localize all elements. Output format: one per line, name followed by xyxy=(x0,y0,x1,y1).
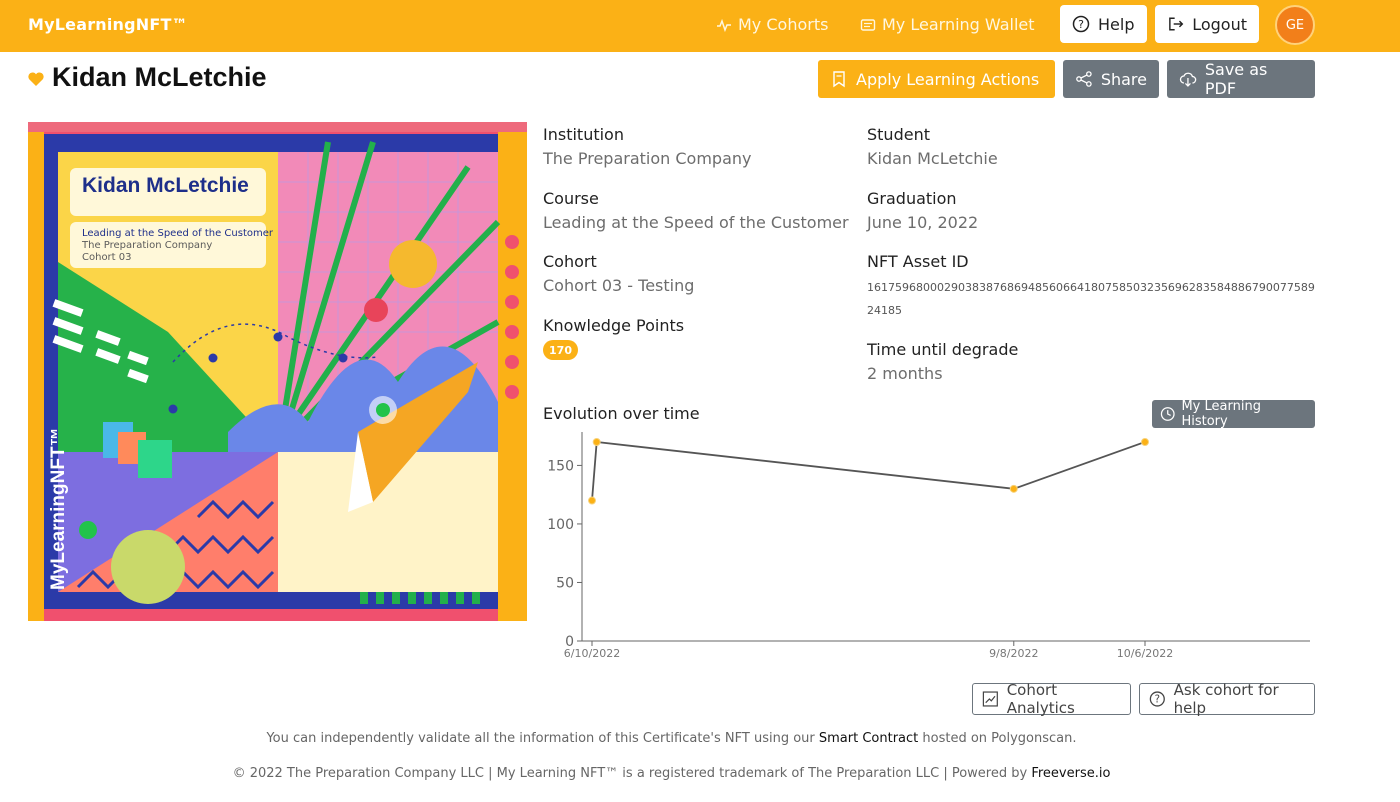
save-pdf-label: Save as PDF xyxy=(1204,60,1268,98)
institution-value: The Preparation Company xyxy=(543,149,752,168)
student-label: Student xyxy=(867,125,930,144)
time-until-degrade-value: 2 months xyxy=(867,364,943,383)
question-circle-icon: ? xyxy=(1072,15,1090,33)
chart-title: Evolution over time xyxy=(543,404,700,423)
apply-learning-actions-label: Apply Learning Actions xyxy=(856,69,1040,89)
wallet-icon xyxy=(860,18,876,31)
apply-learning-actions-button[interactable]: Apply Learning Actions xyxy=(818,60,1055,98)
my-learning-history-button[interactable]: My Learning History xyxy=(1152,399,1315,429)
footer-validate-post: hosted on Polygonscan. xyxy=(918,731,1077,746)
share-label: Share xyxy=(1100,69,1147,89)
artwork-details-card: Leading at the Speed of the Customer The… xyxy=(70,222,273,268)
share-icon xyxy=(1076,71,1092,87)
graduation-label: Graduation xyxy=(867,189,957,208)
chart-data-point xyxy=(1009,484,1018,493)
artwork-name-card: Kidan McLetchie xyxy=(70,168,266,216)
help-label: Help xyxy=(1098,14,1135,34)
chart-data-point xyxy=(592,438,601,446)
chart-series-line xyxy=(591,441,1146,501)
clock-icon xyxy=(1160,407,1175,421)
logout-label: Logout xyxy=(1192,14,1247,34)
smart-contract-link[interactable]: Smart Contract xyxy=(819,731,918,746)
institution-label: Institution xyxy=(543,125,624,144)
nav-my-cohorts[interactable]: My Cohorts xyxy=(716,15,828,34)
knowledge-points-label: Knowledge Points xyxy=(543,316,685,335)
artwork-vertical-brand: MyLearningNFT™ xyxy=(48,427,69,590)
evolution-chart: 0501001506/10/2022 9/8/2022 10/6/2022 xyxy=(547,432,1310,660)
help-button[interactable]: ? Help xyxy=(1060,5,1147,43)
knowledge-points-badge: 170 xyxy=(543,340,578,360)
artwork-course: Leading at the Speed of the Customer xyxy=(82,228,273,239)
my-learning-history-label: My Learning History xyxy=(1181,399,1261,429)
cohort-value: Cohort 03 - Testing xyxy=(543,276,695,295)
artwork-student-name: Kidan McLetchie xyxy=(82,174,249,197)
save-pdf-button[interactable]: Save as PDF xyxy=(1167,60,1315,98)
time-until-degrade-label: Time until degrade xyxy=(867,340,1019,359)
footer-validation-text: You can independently validate all the i… xyxy=(0,731,1343,746)
share-button[interactable]: Share xyxy=(1063,60,1159,98)
nft-certificate-artwork: Kidan McLetchie Leading at the Speed of … xyxy=(28,122,527,621)
ask-cohort-help-button[interactable]: ? Ask cohort for help xyxy=(1139,681,1315,717)
nft-asset-id-value: 1617596800029038387686948560664180758503… xyxy=(867,281,1315,317)
course-label: Course xyxy=(543,189,599,208)
nav-my-learning-wallet-label: My Learning Wallet xyxy=(882,15,1035,34)
freeverse-link[interactable]: Freeverse.io xyxy=(1031,766,1110,781)
course-value: Leading at the Speed of the Customer xyxy=(543,213,849,232)
cloud-download-icon xyxy=(1179,72,1197,87)
artwork-cohort: Cohort 03 xyxy=(82,252,132,263)
chart-x-tick-label: 10/6/2022 xyxy=(1117,647,1173,660)
chart-y-tick-label: 150 xyxy=(547,458,574,474)
cohort-analytics-button[interactable]: Cohort Analytics xyxy=(972,681,1131,717)
activity-icon xyxy=(717,18,731,32)
chart-x-tick-label: 6/10/2022 xyxy=(564,647,620,660)
chart-data-point xyxy=(1141,438,1149,446)
footer-validate-pre: You can independently validate all the i… xyxy=(266,731,819,746)
brand-logo[interactable]: MyLearningNFT™ xyxy=(28,15,188,34)
heart-icon[interactable] xyxy=(27,70,45,88)
page-title: Kidan McLetchie xyxy=(52,62,267,92)
chart-data-point xyxy=(588,496,596,505)
artwork-institution: The Preparation Company xyxy=(82,240,213,251)
svg-text:?: ? xyxy=(1155,695,1160,706)
footer-copyright: © 2022 The Preparation Company LLC | My … xyxy=(0,766,1343,781)
logout-button[interactable]: Logout xyxy=(1155,5,1259,43)
nav-my-cohorts-label: My Cohorts xyxy=(738,15,829,34)
top-navbar: MyLearningNFT™ My Cohorts My Learning Wa… xyxy=(0,0,1400,52)
cohort-analytics-label: Cohort Analytics xyxy=(1006,681,1075,717)
question-circle-icon: ? xyxy=(1149,691,1165,707)
cohort-label: Cohort xyxy=(543,252,597,271)
logout-icon xyxy=(1169,17,1184,31)
nft-asset-id-label: NFT Asset ID xyxy=(867,252,969,271)
chart-x-tick-label: 9/8/2022 xyxy=(989,647,1038,660)
nav-my-learning-wallet[interactable]: My Learning Wallet xyxy=(860,15,1035,34)
footer-copyright-text: © 2022 The Preparation Company LLC | My … xyxy=(232,766,1032,781)
user-avatar[interactable]: GE xyxy=(1275,5,1315,45)
chart-y-tick-label: 50 xyxy=(556,575,574,591)
student-value: Kidan McLetchie xyxy=(867,149,998,168)
ask-cohort-help-label: Ask cohort for help xyxy=(1173,681,1279,717)
bookmark-icon xyxy=(833,71,845,88)
chart-line-icon xyxy=(982,691,998,707)
svg-text:?: ? xyxy=(1078,18,1084,31)
chart-y-tick-label: 100 xyxy=(547,517,574,533)
graduation-value: June 10, 2022 xyxy=(867,213,979,232)
